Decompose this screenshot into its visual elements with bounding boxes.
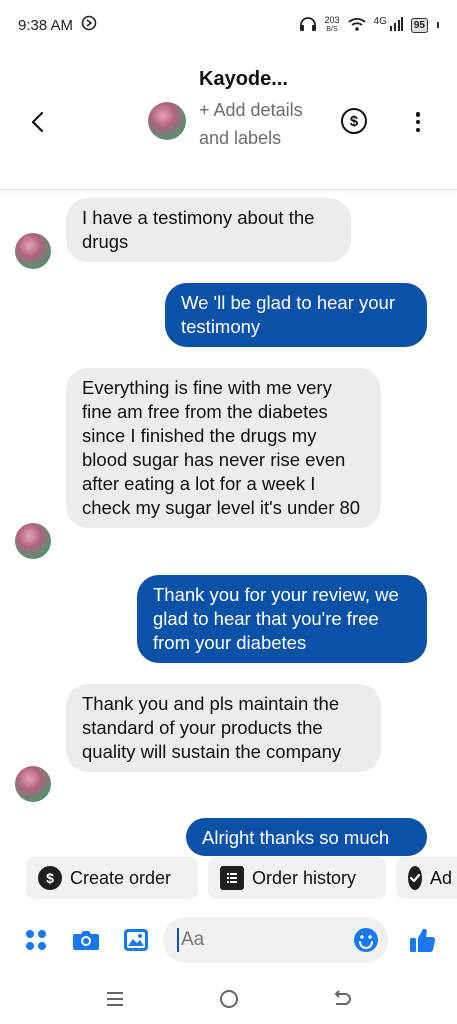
- chip-label: Order history: [252, 867, 357, 888]
- chip-label: Ad: [430, 867, 453, 888]
- message-bubble-incoming[interactable]: Everything is fine with me very fine am …: [66, 368, 381, 528]
- chip-label: Create order: [70, 867, 172, 888]
- back-arrow-icon: [334, 990, 351, 1005]
- image-icon: [124, 929, 148, 951]
- data-rate-value: 203: [324, 15, 340, 25]
- message-bubble-incoming[interactable]: Thank you and pls maintain the standard …: [66, 684, 381, 772]
- data-rate-unit: B/S: [326, 26, 338, 33]
- headphones-icon: [299, 16, 317, 35]
- camera-icon: [73, 931, 99, 950]
- message-text: Alright thanks so much: [202, 827, 390, 848]
- grid-icon: [26, 930, 46, 950]
- sender-avatar[interactable]: [15, 233, 51, 269]
- gallery-button[interactable]: [122, 926, 150, 954]
- more-dot: [415, 112, 421, 117]
- contact-name[interactable]: Kayode...: [199, 68, 288, 91]
- message-bubble-incoming[interactable]: I have a testimony about the drugs: [66, 198, 351, 262]
- add-details-link[interactable]: + Add details and labels: [199, 96, 309, 152]
- like-button[interactable]: [408, 926, 436, 954]
- no-disturb-icon: [81, 15, 97, 35]
- order-history-button[interactable]: Order history: [208, 857, 386, 899]
- menu-grid-button[interactable]: [22, 926, 50, 954]
- recent-apps-button[interactable]: [101, 985, 129, 1013]
- network-label: 4G: [373, 15, 387, 27]
- message-input-placeholder: Aa: [181, 929, 205, 950]
- message-text: Thank you for your review, we glad to he…: [153, 584, 399, 653]
- message-text: Thank you and pls maintain the standard …: [82, 693, 342, 762]
- quick-actions-bar[interactable]: $ Create order Order history Ad: [0, 857, 457, 901]
- payment-button[interactable]: $: [341, 108, 367, 134]
- message-composer: Aa: [0, 912, 457, 968]
- system-nav-bar: [0, 975, 457, 1024]
- list-icon: [220, 866, 244, 890]
- check-icon: [408, 866, 422, 890]
- message-text: Everything is fine with me very fine am …: [82, 377, 361, 518]
- create-order-button[interactable]: $ Create order: [26, 857, 198, 899]
- home-circle-icon: [220, 990, 238, 1008]
- battery-level: 95: [413, 19, 425, 31]
- menu-icon: [107, 992, 123, 1006]
- message-bubble-outgoing[interactable]: Alright thanks so much: [186, 818, 427, 856]
- status-right: 203 B/S 4G 95: [299, 15, 439, 35]
- dollar-icon: $: [38, 866, 62, 890]
- sender-avatar[interactable]: [15, 523, 51, 559]
- more-dot: [415, 127, 421, 132]
- emoji-button[interactable]: [352, 926, 380, 954]
- battery-indicator: 95: [410, 17, 428, 33]
- message-text: I have a testimony about the drugs: [82, 207, 315, 252]
- battery-tip: [437, 22, 439, 28]
- contact-avatar[interactable]: [148, 102, 186, 140]
- back-button[interactable]: [24, 108, 52, 136]
- status-bar: 9:38 AM 203 B/S 4G 95: [0, 0, 457, 50]
- status-time: 9:38 AM: [18, 16, 74, 34]
- emoji-icon: [354, 928, 378, 952]
- conversation-header: Kayode... + Add details and labels $: [0, 50, 457, 190]
- more-dot: [415, 119, 421, 125]
- third-action-button[interactable]: Ad: [396, 857, 457, 899]
- home-button[interactable]: [215, 985, 243, 1013]
- text-caret: [177, 928, 179, 952]
- thumbs-up-icon: [410, 928, 436, 953]
- camera-button[interactable]: [72, 926, 100, 954]
- dollar-icon: $: [349, 112, 359, 130]
- sender-avatar[interactable]: [15, 766, 51, 802]
- message-bubble-outgoing[interactable]: Thank you for your review, we glad to he…: [137, 575, 427, 663]
- signal-icon: [389, 16, 403, 34]
- status-left: 9:38 AM: [18, 15, 97, 35]
- message-text: We 'll be glad to hear your testimony: [181, 292, 396, 337]
- back-nav-button[interactable]: [328, 985, 356, 1013]
- data-rate: 203 B/S: [325, 16, 340, 34]
- wifi-icon: [347, 17, 366, 34]
- message-bubble-outgoing[interactable]: We 'll be glad to hear your testimony: [165, 283, 427, 347]
- more-options-button[interactable]: [410, 108, 426, 136]
- chevron-left-icon: [31, 111, 44, 133]
